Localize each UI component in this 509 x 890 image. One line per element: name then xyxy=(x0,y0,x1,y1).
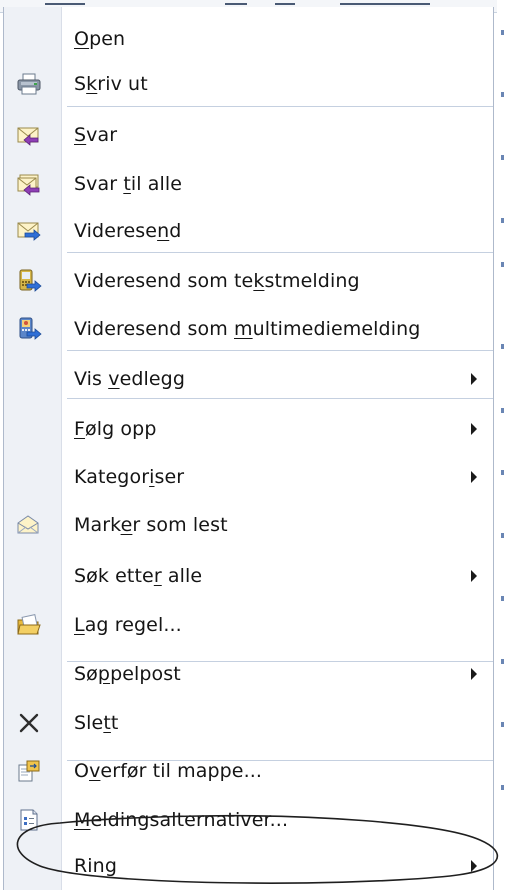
menu-item-message-options[interactable]: Meldingsalternativer... xyxy=(4,796,493,844)
reply-icon xyxy=(16,123,42,147)
background-mark xyxy=(501,262,504,267)
background-mark xyxy=(501,722,504,727)
background-mark xyxy=(501,30,504,35)
menu-item-junk-mail[interactable]: Søppelpost xyxy=(4,650,493,698)
menu-item-label: Lag regel... xyxy=(74,614,182,636)
menu-item-label: Slett xyxy=(74,712,119,734)
background-mark xyxy=(501,344,504,349)
background-text-fragment xyxy=(45,3,85,5)
menu-item-reply[interactable]: Svar xyxy=(4,111,493,159)
forward-text-message-icon xyxy=(16,269,42,293)
menu-item-forward[interactable]: Videresend xyxy=(4,207,493,255)
menu-item-label: Søppelpost xyxy=(74,663,181,685)
forward-multimedia-message-icon xyxy=(16,317,42,341)
menu-item-label: Videresend som tekstmelding xyxy=(74,270,360,292)
empty-icon-slot xyxy=(16,465,42,489)
menu-item-label: Meldingsalternativer... xyxy=(74,809,289,831)
menu-item-call[interactable]: Ring xyxy=(4,842,493,890)
context-menu: Open Skriv ut Svar Svar til alle Videres… xyxy=(3,7,494,890)
submenu-arrow-icon xyxy=(471,570,477,582)
empty-icon-slot xyxy=(16,27,42,51)
forward-icon xyxy=(16,219,42,243)
menu-item-label: Kategoriser xyxy=(74,466,185,488)
background-window-edge xyxy=(497,0,509,890)
menu-item-label: Videresend xyxy=(74,220,182,242)
background-mark xyxy=(501,659,504,664)
background-mark xyxy=(501,470,504,475)
background-mark xyxy=(501,533,504,538)
move-to-folder-icon xyxy=(16,759,42,783)
reply-all-icon xyxy=(16,172,42,196)
message-options-icon xyxy=(16,808,42,832)
background-text-fragment xyxy=(275,3,295,5)
menu-item-label: Overfør til mappe... xyxy=(74,760,263,782)
menu-item-label: Følg opp xyxy=(74,418,157,440)
empty-icon-slot xyxy=(16,367,42,391)
menu-item-label: Ring xyxy=(74,855,117,877)
menu-item-delete[interactable]: Slett xyxy=(4,699,493,747)
menu-item-mark-as-read[interactable]: Marker som lest xyxy=(4,501,493,549)
empty-icon-slot xyxy=(16,854,42,878)
submenu-arrow-icon xyxy=(471,471,477,483)
empty-icon-slot xyxy=(16,417,42,441)
menu-item-print[interactable]: Skriv ut xyxy=(4,60,493,108)
submenu-arrow-icon xyxy=(471,373,477,385)
menu-item-reply-all[interactable]: Svar til alle xyxy=(4,160,493,208)
menu-item-create-rule[interactable]: Lag regel... xyxy=(4,601,493,649)
background-mark xyxy=(501,408,504,413)
menu-item-find-all[interactable]: Søk etter alle xyxy=(4,552,493,600)
delete-icon xyxy=(16,711,42,735)
submenu-arrow-icon xyxy=(471,668,477,680)
submenu-arrow-icon xyxy=(471,860,477,872)
menu-item-forward-as-text-message[interactable]: Videresend som tekstmelding xyxy=(4,257,493,305)
background-mark xyxy=(501,218,504,223)
empty-icon-slot xyxy=(16,662,42,686)
background-mark xyxy=(501,785,504,790)
menu-item-label: Søk etter alle xyxy=(74,565,203,587)
background-text-fragment xyxy=(225,3,247,5)
menu-item-label: Marker som lest xyxy=(74,514,228,536)
menu-item-label: Open xyxy=(74,28,126,50)
background-mark xyxy=(501,596,504,601)
menu-item-open[interactable]: Open xyxy=(4,15,493,63)
menu-item-label: Skriv ut xyxy=(74,73,148,95)
menu-item-label: Svar til alle xyxy=(74,173,183,195)
menu-item-view-attachments[interactable]: Vis vedlegg xyxy=(4,355,493,403)
menu-item-label: Svar xyxy=(74,124,118,146)
menu-item-follow-up[interactable]: Følg opp xyxy=(4,405,493,453)
rule-folder-icon xyxy=(16,613,42,637)
menu-item-label: Videresend som multimediemelding xyxy=(74,318,421,340)
background-text-fragment xyxy=(340,3,430,5)
mark-read-icon xyxy=(16,513,42,537)
printer-icon xyxy=(16,72,42,96)
menu-item-forward-as-multimedia-message[interactable]: Videresend som multimediemelding xyxy=(4,305,493,353)
empty-icon-slot xyxy=(16,564,42,588)
submenu-arrow-icon xyxy=(471,423,477,435)
background-mark xyxy=(501,155,504,160)
background-mark xyxy=(501,92,504,97)
menu-item-categorize[interactable]: Kategoriser xyxy=(4,453,493,501)
menu-item-label: Vis vedlegg xyxy=(74,368,186,390)
menu-item-move-to-folder[interactable]: Overfør til mappe... xyxy=(4,747,493,795)
